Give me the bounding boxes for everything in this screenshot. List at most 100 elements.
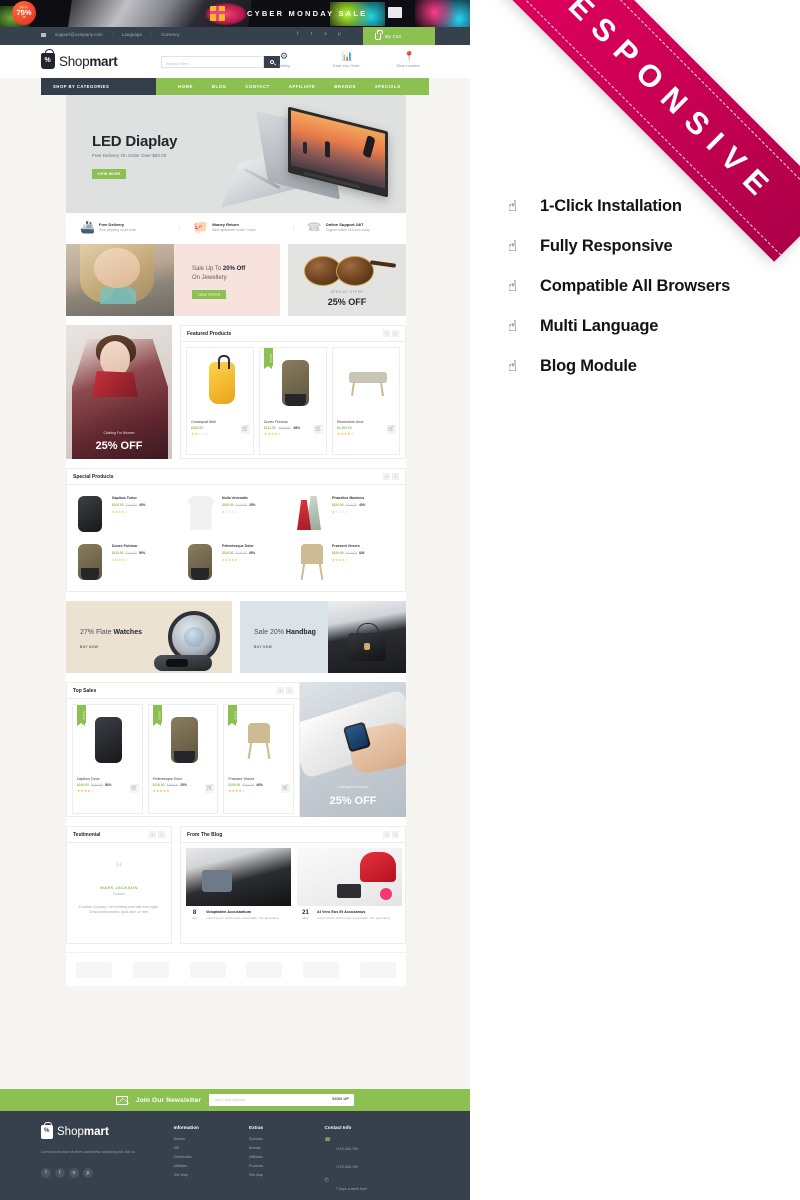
brand-logo[interactable]: [132, 961, 169, 978]
carousel-prev-button[interactable]: ‹: [149, 831, 156, 838]
footer-link[interactable]: Affiliates: [249, 1155, 324, 1159]
handbag-buy-now-button[interactable]: BUY NOW: [254, 645, 272, 649]
jewellery-line2: On Jewellery: [192, 275, 227, 281]
footer-link[interactable]: Gift: [174, 1146, 249, 1150]
brand-logo[interactable]: [246, 961, 283, 978]
carousel-next-button[interactable]: ›: [392, 473, 399, 480]
watches-buy-now-button[interactable]: BUY NOW: [80, 645, 98, 649]
special-product-item[interactable]: Dapibus Tortor $100.00 $144.00 40% ★★★★★: [71, 489, 181, 537]
logo-text-light: Shop: [59, 53, 90, 69]
banner-discount-label: 25% OFF: [329, 795, 377, 807]
add-to-cart-button[interactable]: 🛒: [281, 784, 291, 793]
product-card[interactable]: Consequat Nibh $100.00 ★★★★★ 🛒: [186, 347, 254, 455]
header-action-track-order[interactable]: 📊 Track Your Order: [325, 53, 367, 69]
carousel-prev-button[interactable]: ‹: [383, 831, 390, 838]
footer-link[interactable]: Products: [249, 1164, 324, 1168]
product-card[interactable]: SALE Dapibus Tortor $100.00 $144.00 50% ★★…: [72, 704, 143, 814]
product-card[interactable]: SALE Donec Pulvinar $112.00 $144.00 56% …: [259, 347, 327, 455]
footer-link[interactable]: Brands: [174, 1137, 249, 1141]
service-title: Money Return: [212, 221, 239, 227]
footer-logo[interactable]: Shopmart: [41, 1121, 174, 1139]
special-product-item[interactable]: Praesent Viverra $100.00 $144.00 $40 ★★★★★: [291, 537, 401, 585]
footer-column-heading: Contact Info: [324, 1125, 352, 1130]
section-title: From The Blog: [187, 832, 223, 838]
blog-post-card[interactable]: 8 Oct Voluptatem Accusantium Lorem ipsum…: [186, 848, 291, 921]
twitter-icon[interactable]: t: [55, 1168, 65, 1179]
site-logo[interactable]: Shopmart: [41, 49, 118, 69]
product-name: Praesent Viverra: [332, 544, 360, 548]
footer-link[interactable]: Specials: [249, 1137, 324, 1141]
header-action-setting[interactable]: ⚙ Setting: [263, 52, 305, 69]
footer-link[interactable]: Site Map: [174, 1173, 249, 1177]
brand-logo[interactable]: [359, 961, 396, 978]
footer-column-contact: Contact Info ☎ +123-456-789 +123-456-789 …: [325, 1125, 435, 1200]
shop-by-categories-button[interactable]: SHOP BY CATEGORIES: [41, 78, 156, 95]
facebook-icon[interactable]: f: [294, 31, 301, 38]
carousel-next-button[interactable]: ›: [158, 831, 165, 838]
add-to-cart-button[interactable]: 🛒: [205, 784, 215, 793]
nav-item-contact[interactable]: CONTACT: [245, 84, 269, 89]
search-input[interactable]: Search Here...: [161, 56, 264, 68]
product-card[interactable]: SALE Pellentesque Dolor $116.00 $144.00 25…: [147, 704, 219, 814]
product-card[interactable]: SALE Praesent Viverra $100.00 $144.00 40% …: [223, 704, 295, 814]
add-to-cart-button[interactable]: 🛒: [241, 425, 250, 434]
nav-item-brands[interactable]: BRANDS: [334, 84, 356, 89]
carousel-prev-button[interactable]: ‹: [277, 687, 284, 694]
nav-item-blog[interactable]: BLOG: [212, 84, 227, 89]
carousel-next-button[interactable]: ›: [286, 687, 293, 694]
facebook-icon[interactable]: f: [41, 1168, 51, 1179]
special-product-item[interactable]: Pellentesque Dolor $116.00 $144.00 45% ★★★…: [181, 537, 291, 585]
nav-item-affiliate[interactable]: AFFILIATE: [289, 84, 316, 89]
add-to-cart-button[interactable]: 🛒: [314, 425, 323, 434]
jewellery-promo-banner[interactable]: Sale Up To 20% Off On Jewellery VIEW OFF…: [66, 244, 280, 316]
hero-banner[interactable]: LED Diaplay Free Delivery On Order Over …: [66, 95, 406, 213]
carousel-prev-button[interactable]: ‹: [383, 473, 390, 480]
handbag-banner[interactable]: Sale 20% Handbag BUY NOW: [240, 601, 406, 673]
special-products-section: Special Products ‹ › Dapibus Tortor $100…: [66, 468, 406, 592]
carousel-prev-button[interactable]: ‹: [383, 330, 390, 337]
footer-link[interactable]: Certificates: [174, 1155, 249, 1159]
gear-icon: ⚙: [279, 52, 289, 62]
instagram-icon[interactable]: o: [69, 1168, 79, 1179]
pinterest-icon[interactable]: p: [83, 1168, 93, 1179]
sunglasses-promo-banner[interactable]: SPECIAL OFFER 25% OFF: [288, 244, 406, 316]
blog-post-month: Oct: [192, 916, 197, 920]
jewellery-view-offer-button[interactable]: VIEW OFFER: [192, 290, 226, 299]
nav-item-home[interactable]: HOME: [178, 84, 193, 89]
header-action-store-location[interactable]: 📍 Store Location: [387, 53, 429, 69]
nav-item-specials[interactable]: SPECIALS: [375, 84, 401, 89]
language-selector[interactable]: Language: [122, 32, 142, 37]
smartwatch-banner[interactable]: Clothing For Women 25% OFF: [300, 682, 406, 817]
carousel-next-button[interactable]: ›: [392, 831, 399, 838]
product-card[interactable]: Elementum Urna $1,202.00 ★★★★★ 🛒: [332, 347, 400, 455]
add-to-cart-button[interactable]: 🛒: [129, 784, 139, 793]
currency-selector[interactable]: Currency: [161, 32, 180, 37]
product-price: $1,202.00: [337, 426, 352, 430]
hero-view-more-button[interactable]: VIEW MORE: [92, 169, 126, 179]
blog-post-card[interactable]: 21 May At Vero Eos Et Accusamus Lorem ip…: [297, 848, 402, 921]
watches-banner[interactable]: 27% Flate Watches BUY NOW: [66, 601, 232, 673]
special-product-item[interactable]: Phasellus Maximus $100.00 $144.00 40% ★★★★…: [291, 489, 401, 537]
brand-logo[interactable]: [189, 961, 226, 978]
pinterest-icon[interactable]: p: [336, 31, 343, 38]
brand-logo[interactable]: [302, 961, 339, 978]
footer-link[interactable]: Brands: [249, 1146, 324, 1150]
newsletter-email-input[interactable]: Your Email Address SIGN UP: [209, 1094, 355, 1106]
special-product-item[interactable]: Nulla Venenatis $100.00 $144.00 25% ★★★★★: [181, 489, 291, 537]
my-cart-button[interactable]: 0 My Cart: [363, 27, 435, 45]
discount-badge: Up To 75% off: [12, 1, 36, 25]
add-to-cart-button[interactable]: 🛒: [387, 425, 396, 434]
carousel-next-button[interactable]: ›: [392, 330, 399, 337]
footer-link[interactable]: Affiliates: [174, 1164, 249, 1168]
special-product-item[interactable]: Donec Pulvinar $112.00 $144.00 50% ★★★★★: [71, 537, 181, 585]
footer-column-heading: Extras: [249, 1125, 264, 1130]
footer-link[interactable]: Site Map: [249, 1173, 324, 1177]
newsletter-signup-button[interactable]: SIGN UP: [332, 1097, 349, 1101]
twitter-icon[interactable]: t: [308, 31, 315, 38]
women-clothing-banner[interactable]: Clothing For Women 25% OFF: [66, 325, 172, 459]
instagram-icon[interactable]: o: [322, 31, 329, 38]
brand-logo[interactable]: [76, 961, 113, 978]
feature-item-compatible-all-browsers: ☝ Compatible All Browsers: [508, 266, 788, 306]
feature-list: ☝ 1-Click Installation ☝ Fully Responsiv…: [508, 186, 788, 386]
support-email[interactable]: support@company.com: [55, 32, 103, 37]
